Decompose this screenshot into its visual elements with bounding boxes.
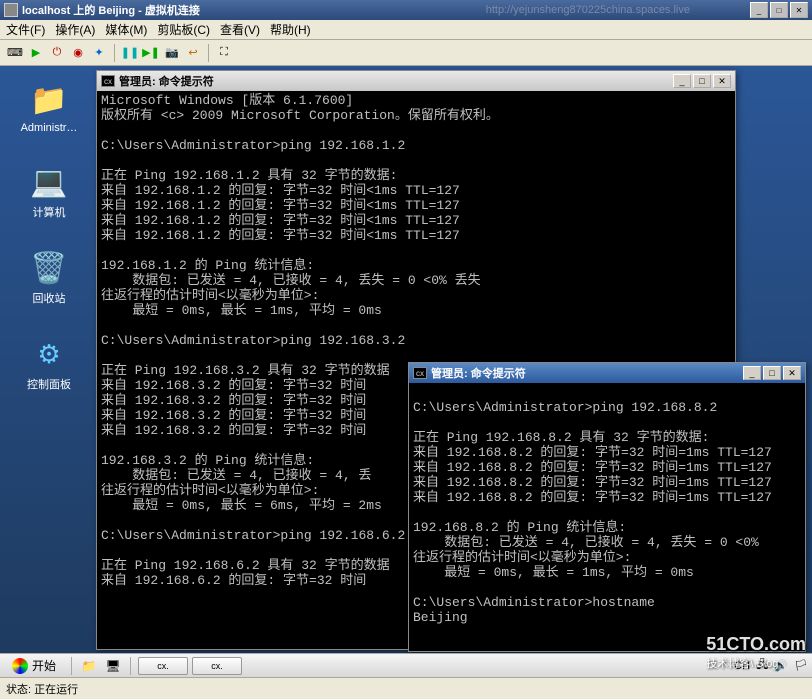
menu-media[interactable]: 媒体(M): [105, 21, 147, 38]
cmd2-titlebar[interactable]: cx 管理员: 命令提示符 _ □ ✕: [409, 363, 805, 383]
vm-statusbar: 状态: 正在运行: [0, 677, 812, 699]
checkpoint-icon[interactable]: 📷: [163, 44, 181, 62]
vm-icon: [4, 3, 18, 17]
cmd-icon: cx: [101, 75, 115, 87]
status-value: 正在运行: [34, 681, 78, 697]
cmd1-close-button[interactable]: ✕: [713, 74, 731, 88]
minimize-button[interactable]: _: [750, 2, 768, 18]
desktop-icon-label: Administr…: [21, 122, 78, 134]
desktop-icon-recycle[interactable]: 🗑️ 回收站: [14, 248, 84, 306]
desktop-icon-label: 回收站: [33, 290, 66, 306]
guest-taskbar: 开始 📁 🖥 cx. cx. CH 🖧 🔊 🏳: [0, 653, 812, 677]
menu-clipboard[interactable]: 剪贴板(C): [157, 21, 210, 38]
cmd1-titlebar[interactable]: cx 管理员: 命令提示符 _ □ ✕: [97, 71, 735, 91]
cmd2-minimize-button[interactable]: _: [743, 366, 761, 380]
cmd1-minimize-button[interactable]: _: [673, 74, 691, 88]
watermark-url: http://yejunsheng870225china.spaces.live: [486, 4, 690, 16]
cmd-icon: cx: [413, 367, 427, 379]
close-button[interactable]: ✕: [790, 2, 808, 18]
recycle-icon: 🗑️: [29, 248, 69, 288]
taskbar-button-cmd1[interactable]: cx.: [138, 657, 188, 675]
vm-window-title: localhost 上的 Beijing - 虚拟机连接: [22, 2, 486, 18]
quick-launch-desktop[interactable]: 🖥: [103, 657, 123, 675]
ctrl-alt-del-icon[interactable]: ⌨: [6, 44, 24, 62]
desktop-icon-control-panel[interactable]: ⚙ 控制面板: [14, 334, 84, 392]
tray-sound-icon[interactable]: 🔊: [774, 659, 788, 672]
cmd2-output[interactable]: C:\Users\Administrator>ping 192.168.8.2 …: [409, 383, 805, 627]
start-label: 开始: [32, 657, 56, 674]
tray-network-icon[interactable]: 🖧: [756, 656, 768, 675]
quick-launch-explorer[interactable]: 📁: [79, 657, 99, 675]
computer-icon: 💻: [29, 162, 69, 202]
cmd2-maximize-button[interactable]: □: [763, 366, 781, 380]
guest-desktop: 📁 Administr… 💻 计算机 🗑️ 回收站 ⚙ 控制面板 cx 管理员:…: [0, 66, 812, 653]
desktop-icon-label: 计算机: [33, 204, 66, 220]
cmd1-maximize-button[interactable]: □: [693, 74, 711, 88]
menu-help[interactable]: 帮助(H): [270, 21, 311, 38]
start-orb-icon: [12, 658, 28, 674]
cmd2-close-button[interactable]: ✕: [783, 366, 801, 380]
start-icon[interactable]: ▶: [27, 44, 45, 62]
cmd-window-2[interactable]: cx 管理员: 命令提示符 _ □ ✕ C:\Users\Administrat…: [408, 362, 806, 652]
menu-view[interactable]: 查看(V): [220, 21, 260, 38]
save-icon[interactable]: ✦: [90, 44, 108, 62]
status-label: 状态:: [6, 681, 31, 697]
toolbar: ⌨ ▶ ⏻ ◉ ✦ ❚❚ ▶❚ 📷 ↩ ⛶: [0, 40, 812, 66]
language-indicator[interactable]: CH: [734, 660, 750, 672]
pause-icon[interactable]: ❚❚: [121, 44, 139, 62]
reset-icon[interactable]: ▶❚: [142, 44, 160, 62]
fullscreen-icon[interactable]: ⛶: [215, 44, 233, 62]
menu-file[interactable]: 文件(F): [6, 21, 45, 38]
menubar: 文件(F) 操作(A) 媒体(M) 剪贴板(C) 查看(V) 帮助(H): [0, 20, 812, 40]
desktop-icon-computer[interactable]: 💻 计算机: [14, 162, 84, 220]
revert-icon[interactable]: ↩: [184, 44, 202, 62]
desktop-icon-label: 控制面板: [27, 376, 71, 392]
maximize-button[interactable]: □: [770, 2, 788, 18]
taskbar-button-cmd2[interactable]: cx.: [192, 657, 242, 675]
cmd1-title: 管理员: 命令提示符: [119, 73, 673, 89]
vm-window-titlebar: localhost 上的 Beijing - 虚拟机连接 http://yeju…: [0, 0, 812, 20]
cmd2-title: 管理员: 命令提示符: [431, 365, 743, 381]
turnoff-icon[interactable]: ⏻: [48, 44, 66, 62]
system-tray: CH 🖧 🔊 🏳: [734, 656, 808, 675]
desktop-icon-administrator[interactable]: 📁 Administr…: [14, 80, 84, 134]
control-panel-icon: ⚙: [29, 334, 69, 374]
shutdown-icon[interactable]: ◉: [69, 44, 87, 62]
folder-icon: 📁: [29, 80, 69, 120]
tray-flag-icon[interactable]: 🏳: [794, 659, 808, 672]
start-button[interactable]: 开始: [4, 656, 64, 676]
menu-action[interactable]: 操作(A): [55, 21, 95, 38]
